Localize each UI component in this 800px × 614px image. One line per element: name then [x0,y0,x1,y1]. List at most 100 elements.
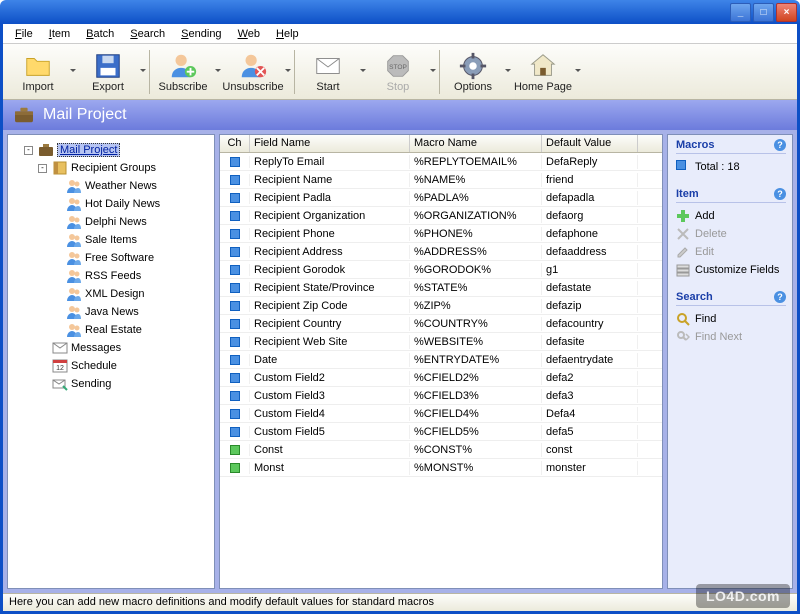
table-row[interactable]: Recipient State/Province%STATE%defastate [220,279,662,297]
table-row[interactable]: Custom Field4%CFIELD4%Defa4 [220,405,662,423]
side-section-item: Item?AddDeleteEditCustomize Fields [668,184,792,287]
cell-macro-name: %PHONE% [410,227,542,241]
maximize-button[interactable]: □ [753,3,774,22]
table-row[interactable]: Const%CONST%const [220,441,662,459]
tree-group-hot-daily-news[interactable]: Hot Daily News [52,195,212,213]
dropdown-arrow-icon[interactable] [429,46,437,98]
table-panel: ChField NameMacro NameDefault Value Repl… [219,134,663,589]
tree-group-xml-design[interactable]: XML Design [52,285,212,303]
tree-label: Real Estate [85,324,142,336]
cell-macro-name: %GORODOK% [410,263,542,277]
people-icon [66,232,82,248]
table-row[interactable]: Recipient Name%NAME%friend [220,171,662,189]
book-icon [52,160,68,176]
column-default-value[interactable]: Default Value [542,135,638,152]
cell-default-value: defaaddress [542,245,638,259]
cell-field-name: Date [250,353,410,367]
table-row[interactable]: Recipient Organization%ORGANIZATION%defa… [220,207,662,225]
side-item-find[interactable]: Find [676,310,786,328]
minimize-button[interactable]: _ [730,3,751,22]
toolbar-label: Subscribe [159,81,208,93]
table-row[interactable]: Recipient Phone%PHONE%defaphone [220,225,662,243]
menu-file[interactable]: File [7,26,41,42]
tree-sending[interactable]: Sending [38,375,212,393]
dropdown-arrow-icon[interactable] [359,46,367,98]
dropdown-arrow-icon[interactable] [284,46,292,98]
table-row[interactable]: Monst%MONST%monster [220,459,662,477]
tree-group-rss-feeds[interactable]: RSS Feeds [52,267,212,285]
menu-sending[interactable]: Sending [173,26,229,42]
svg-text:12: 12 [56,365,64,372]
status-square-icon [230,337,240,347]
side-item-add[interactable]: Add [676,207,786,225]
menu-search[interactable]: Search [122,26,173,42]
column-macro-name[interactable]: Macro Name [410,135,542,152]
tree-group-real-estate[interactable]: Real Estate [52,321,212,339]
table-row[interactable]: Recipient Address%ADDRESS%defaaddress [220,243,662,261]
tree-toggle [38,380,47,389]
cell-macro-name: %CONST% [410,443,542,457]
tree-label: Sending [71,378,111,390]
help-icon[interactable]: ? [774,291,786,303]
tree-group-free-software[interactable]: Free Software [52,249,212,267]
start-button[interactable]: Start [297,46,359,98]
column-field-name[interactable]: Field Name [250,135,410,152]
tree-group-sale-items[interactable]: Sale Items [52,231,212,249]
tree-toggle [52,308,61,317]
cell-macro-name: %ADDRESS% [410,245,542,259]
dropdown-arrow-icon[interactable] [574,46,582,98]
dropdown-arrow-icon[interactable] [69,46,77,98]
table-row[interactable]: Custom Field3%CFIELD3%defa3 [220,387,662,405]
status-square-icon [230,409,240,419]
column-ch[interactable]: Ch [220,135,250,152]
tree-schedule[interactable]: 12Schedule [38,357,212,375]
table-row[interactable]: Recipient Padla%PADLA%defapadla [220,189,662,207]
export-button[interactable]: Export [77,46,139,98]
help-icon[interactable]: ? [774,188,786,200]
table-row[interactable]: Recipient Country%COUNTRY%defacountry [220,315,662,333]
stop-button[interactable]: STOPStop [367,46,429,98]
tree-recipient-groups[interactable]: -Recipient Groups [38,159,212,177]
table-body[interactable]: ReplyTo Email%REPLYTOEMAIL%DefaReplyReci… [220,153,662,588]
message-icon [52,340,68,356]
table-row[interactable]: Date%ENTRYDATE%defaentrydate [220,351,662,369]
home-page-button[interactable]: Home Page [512,46,574,98]
menu-item[interactable]: Item [41,26,78,42]
dropdown-arrow-icon[interactable] [214,46,222,98]
tree-toggle[interactable]: - [38,164,47,173]
table-row[interactable]: Custom Field2%CFIELD2%defa2 [220,369,662,387]
menu-help[interactable]: Help [268,26,307,42]
help-icon[interactable]: ? [774,139,786,151]
tree-group-delphi-news[interactable]: Delphi News [52,213,212,231]
dropdown-arrow-icon[interactable] [139,46,147,98]
unsubscribe-button[interactable]: Unsubscribe [222,46,284,98]
import-button[interactable]: Import [7,46,69,98]
people-icon [66,268,82,284]
tree-root-item[interactable]: -Mail Project [24,141,212,159]
dropdown-arrow-icon[interactable] [504,46,512,98]
table-row[interactable]: Recipient Web Site%WEBSITE%defasite [220,333,662,351]
tree-toggle[interactable]: - [24,146,33,155]
subscribe-button[interactable]: Subscribe [152,46,214,98]
cell-field-name: Recipient Zip Code [250,299,410,313]
tree-toggle [52,236,61,245]
tree-group-java-news[interactable]: Java News [52,303,212,321]
options-button[interactable]: Options [442,46,504,98]
menu-web[interactable]: Web [230,26,268,42]
find-icon [676,312,690,326]
calendar-icon: 12 [52,358,68,374]
tree-group-weather-news[interactable]: Weather News [52,177,212,195]
table-row[interactable]: Recipient Zip Code%ZIP%defazip [220,297,662,315]
close-button[interactable]: × [776,3,797,22]
menu-batch[interactable]: Batch [78,26,122,42]
table-row[interactable]: Recipient Gorodok%GORODOK%g1 [220,261,662,279]
folder-icon [23,51,53,79]
table-row[interactable]: Custom Field5%CFIELD5%defa5 [220,423,662,441]
tree-messages[interactable]: Messages [38,339,212,357]
side-item-total-18[interactable]: Total : 18 [676,158,786,176]
side-item-customize-fields[interactable]: Customize Fields [676,261,786,279]
table-row[interactable]: ReplyTo Email%REPLYTOEMAIL%DefaReply [220,153,662,171]
tree-label: Sale Items [85,234,137,246]
status-bar: Here you can add new macro definitions a… [3,593,797,611]
tree-toggle [38,362,47,371]
